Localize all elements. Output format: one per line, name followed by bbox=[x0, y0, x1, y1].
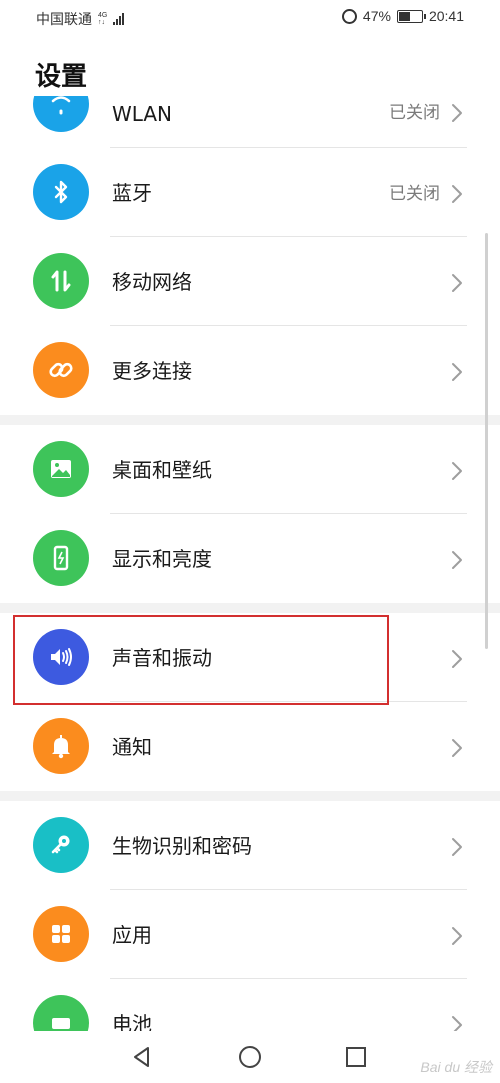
network-type-label: 4G bbox=[98, 12, 108, 19]
settings-item-wlan[interactable]: WLAN 已关闭 bbox=[0, 96, 500, 148]
chevron-right-icon bbox=[447, 549, 467, 571]
recents-square-icon bbox=[346, 1047, 366, 1067]
group-separator bbox=[0, 791, 500, 801]
settings-item-display[interactable]: 显示和亮度 bbox=[0, 514, 500, 603]
settings-item-label: 生物识别和密码 bbox=[112, 834, 252, 858]
settings-item-notifications[interactable]: 通知 bbox=[0, 702, 500, 791]
battery-percent: 47% bbox=[362, 8, 391, 24]
chevron-right-icon bbox=[447, 925, 467, 947]
chevron-right-icon bbox=[447, 183, 467, 205]
chevron-right-icon bbox=[447, 1014, 467, 1031]
clock: 20:41 bbox=[428, 8, 464, 24]
settings-group: 生物识别和密码 应用电池 bbox=[0, 801, 500, 1031]
image-icon bbox=[33, 441, 89, 497]
settings-item-label: 电池 bbox=[112, 1012, 152, 1031]
settings-item-label: 桌面和壁纸 bbox=[112, 458, 212, 482]
group-separator bbox=[0, 603, 500, 613]
status-left: 中国联通 4G ↑↓ bbox=[36, 9, 125, 29]
settings-item-label: 应用 bbox=[112, 923, 152, 947]
mobile-data-icon bbox=[33, 253, 89, 309]
battery-icon bbox=[33, 995, 89, 1031]
settings-item-label: 显示和亮度 bbox=[112, 547, 212, 571]
settings-item-battery[interactable]: 电池 bbox=[0, 979, 500, 1031]
link-icon bbox=[33, 342, 89, 398]
signal-icon bbox=[113, 13, 125, 25]
status-right: 47% 20:41 bbox=[341, 8, 464, 24]
chevron-right-icon bbox=[447, 272, 467, 294]
settings-item-label: 更多连接 bbox=[112, 359, 192, 383]
home-button[interactable] bbox=[236, 1043, 264, 1071]
highlight-annotation bbox=[13, 615, 389, 705]
carrier-name: 中国联通 bbox=[36, 11, 92, 27]
settings-item-value: 已关闭 bbox=[389, 184, 440, 204]
home-circle-icon bbox=[239, 1046, 261, 1068]
wifi-icon bbox=[33, 96, 89, 132]
bluetooth-icon bbox=[33, 164, 89, 220]
settings-item-label: WLAN bbox=[112, 102, 173, 126]
settings-item-wallpaper[interactable]: 桌面和壁纸 bbox=[0, 425, 500, 514]
watermark: Bai du 经验 bbox=[420, 1059, 492, 1075]
group-separator bbox=[0, 415, 500, 425]
bell-icon bbox=[33, 718, 89, 774]
page-title: 设置 bbox=[35, 62, 88, 92]
settings-item-biometrics[interactable]: 生物识别和密码 bbox=[0, 801, 500, 890]
key-icon bbox=[33, 817, 89, 873]
back-button[interactable] bbox=[128, 1043, 156, 1071]
settings-item-label: 移动网络 bbox=[112, 270, 192, 294]
settings-item-label: 蓝牙 bbox=[112, 181, 152, 205]
navigation-bar: Bai du 经验 bbox=[0, 1031, 500, 1083]
settings-item-bluetooth[interactable]: 蓝牙 已关闭 bbox=[0, 148, 500, 237]
battery-status-icon bbox=[396, 9, 426, 23]
settings-list[interactable]: WLAN 已关闭 蓝牙 已关闭 移动网络 更多连接 桌面和壁纸 显示和亮度 声音和振动 通知 生物识… bbox=[0, 96, 500, 1031]
chevron-right-icon bbox=[447, 102, 467, 124]
scrollbar[interactable] bbox=[485, 233, 488, 649]
settings-group: WLAN 已关闭 蓝牙 已关闭 移动网络 更多连接 bbox=[0, 96, 500, 415]
network-type: 4G ↑↓ bbox=[98, 12, 107, 26]
chevron-right-icon bbox=[447, 836, 467, 858]
settings-item-apps[interactable]: 应用 bbox=[0, 890, 500, 979]
grid-icon bbox=[33, 906, 89, 962]
phone-brightness-icon bbox=[33, 530, 89, 586]
chevron-right-icon bbox=[447, 460, 467, 482]
recents-button[interactable] bbox=[342, 1043, 370, 1071]
settings-item-mobile-network[interactable]: 移动网络 bbox=[0, 237, 500, 326]
alarm-icon bbox=[341, 8, 357, 24]
settings-item-label: 通知 bbox=[112, 735, 152, 759]
settings-group: 桌面和壁纸显示和亮度 bbox=[0, 425, 500, 603]
chevron-right-icon bbox=[447, 648, 467, 670]
settings-item-value: 已关闭 bbox=[389, 103, 440, 123]
chevron-right-icon bbox=[447, 361, 467, 383]
status-bar: 中国联通 4G ↑↓ 47% 20:41 bbox=[0, 0, 500, 34]
chevron-right-icon bbox=[447, 737, 467, 759]
back-triangle-icon bbox=[134, 1047, 149, 1067]
settings-item-more-connections[interactable]: 更多连接 bbox=[0, 326, 500, 415]
network-activity: ↑↓ bbox=[98, 19, 105, 26]
